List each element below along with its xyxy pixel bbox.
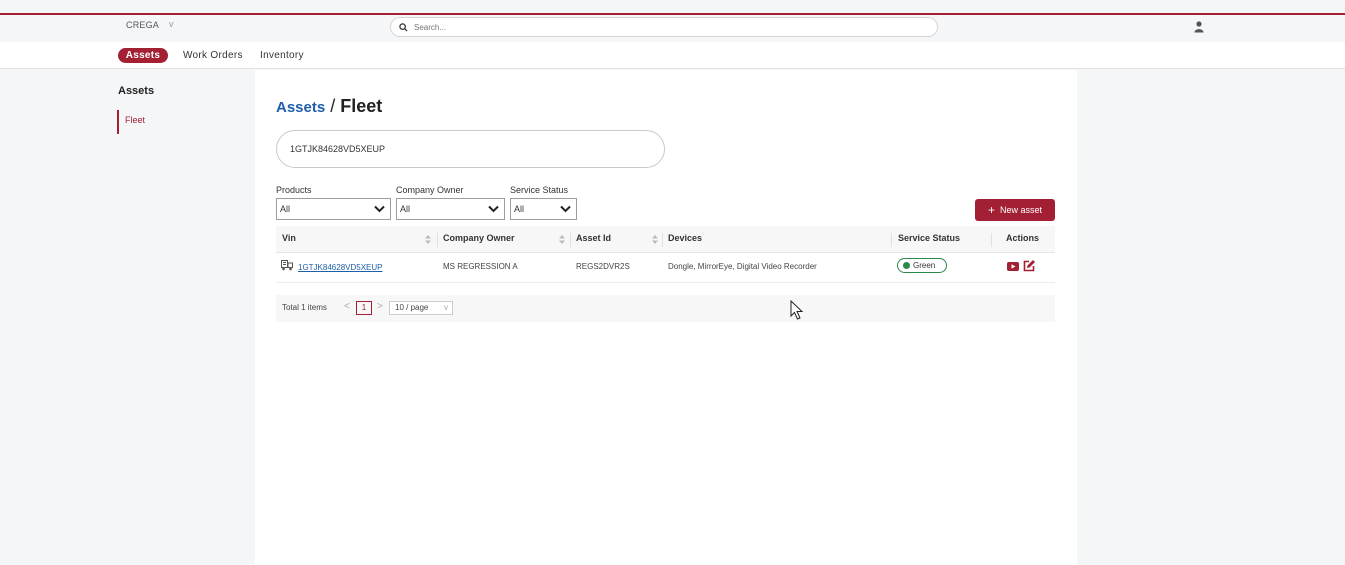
vehicle-icon xyxy=(281,260,293,271)
main-content: Assets / Fleet Products All Company Owne… xyxy=(255,70,1077,565)
column-header-actions: Actions xyxy=(1006,233,1040,243)
column-header-asset-id[interactable]: Asset Id xyxy=(570,226,611,253)
products-filter-label: Products xyxy=(276,185,312,195)
page-title: Fleet xyxy=(340,96,383,116)
breadcrumb-assets-link[interactable]: Assets xyxy=(276,99,325,116)
column-header-service-status: Service Status xyxy=(898,233,961,243)
sort-icon[interactable] xyxy=(425,235,431,244)
table-header: Vin Company Owner Asset Id Devices Servi… xyxy=(276,226,1055,253)
chevron-down-icon xyxy=(374,205,385,213)
nav-item-work-orders[interactable]: Work Orders xyxy=(183,48,243,63)
company-owner-filter-label: Company Owner xyxy=(396,185,464,195)
new-asset-button[interactable]: + New asset xyxy=(975,199,1055,221)
status-dot xyxy=(903,262,910,269)
chevron-down-icon xyxy=(488,205,499,213)
service-status-filter-select[interactable]: All xyxy=(510,198,577,220)
global-search-input[interactable] xyxy=(414,20,914,34)
global-search[interactable] xyxy=(390,17,938,37)
pagination-bar: Total 1 items < 1 > 10 / page v xyxy=(276,295,1055,322)
column-header-vin[interactable]: Vin xyxy=(276,226,296,253)
edit-icon[interactable] xyxy=(1023,259,1036,272)
service-status-filter-label: Service Status xyxy=(510,185,569,195)
plus-icon: + xyxy=(987,203,995,217)
prev-page-button[interactable]: < xyxy=(344,301,350,312)
page-size-select[interactable]: 10 / page v xyxy=(389,301,453,315)
asset-id-cell: REGS2DVR2S xyxy=(576,262,630,271)
breadcrumb: Assets / Fleet xyxy=(276,96,382,117)
nav-item-assets[interactable]: Assets xyxy=(118,48,168,63)
column-header-company-owner[interactable]: Company Owner xyxy=(437,226,515,253)
chevron-down-icon xyxy=(560,205,571,213)
devices-cell: Dongle, MirrorEye, Digital Video Recorde… xyxy=(668,262,817,271)
main-nav: Assets Work Orders Inventory xyxy=(0,42,1345,69)
status-badge: Green xyxy=(897,258,947,273)
vin-search-box[interactable] xyxy=(276,130,665,168)
page-number-current[interactable]: 1 xyxy=(356,301,372,315)
company-owner-filter-select[interactable]: All xyxy=(396,198,505,220)
breadcrumb-separator: / xyxy=(330,96,336,116)
new-asset-label: New asset xyxy=(999,205,1043,215)
nav-item-inventory[interactable]: Inventory xyxy=(260,48,304,63)
vin-search-input[interactable] xyxy=(290,142,640,156)
user-icon[interactable] xyxy=(1194,21,1204,33)
table-row: 1GTJK84628VD5XEUP MS REGRESSION A REGS2D… xyxy=(276,253,1055,283)
top-bar: CREGA v xyxy=(0,15,1345,42)
products-filter-select[interactable]: All xyxy=(276,198,391,220)
sidebar-title: Assets xyxy=(118,85,155,97)
sort-icon[interactable] xyxy=(652,235,658,244)
org-switcher-label[interactable]: CREGA xyxy=(126,20,159,30)
status-badge-label: Green xyxy=(913,261,936,270)
page-size-value: 10 / page xyxy=(395,303,429,312)
sidebar-item-fleet[interactable]: Fleet xyxy=(117,110,145,134)
mouse-cursor-icon xyxy=(790,300,804,320)
chevron-down-icon[interactable]: v xyxy=(169,19,174,29)
chevron-down-icon: v xyxy=(444,303,448,312)
next-page-button[interactable]: > xyxy=(377,301,383,312)
products-filter-value: All xyxy=(280,204,291,214)
company-owner-filter-value: All xyxy=(400,204,411,214)
total-items-text: Total 1 items xyxy=(282,303,327,312)
company-owner-cell: MS REGRESSION A xyxy=(443,262,518,271)
search-icon xyxy=(399,23,408,32)
vin-link[interactable]: 1GTJK84628VD5XEUP xyxy=(298,254,383,284)
column-divider xyxy=(991,233,992,247)
column-header-devices: Devices xyxy=(668,233,703,243)
video-icon[interactable] xyxy=(1007,262,1019,271)
service-status-filter-value: All xyxy=(514,204,525,214)
sort-icon[interactable] xyxy=(559,235,565,244)
